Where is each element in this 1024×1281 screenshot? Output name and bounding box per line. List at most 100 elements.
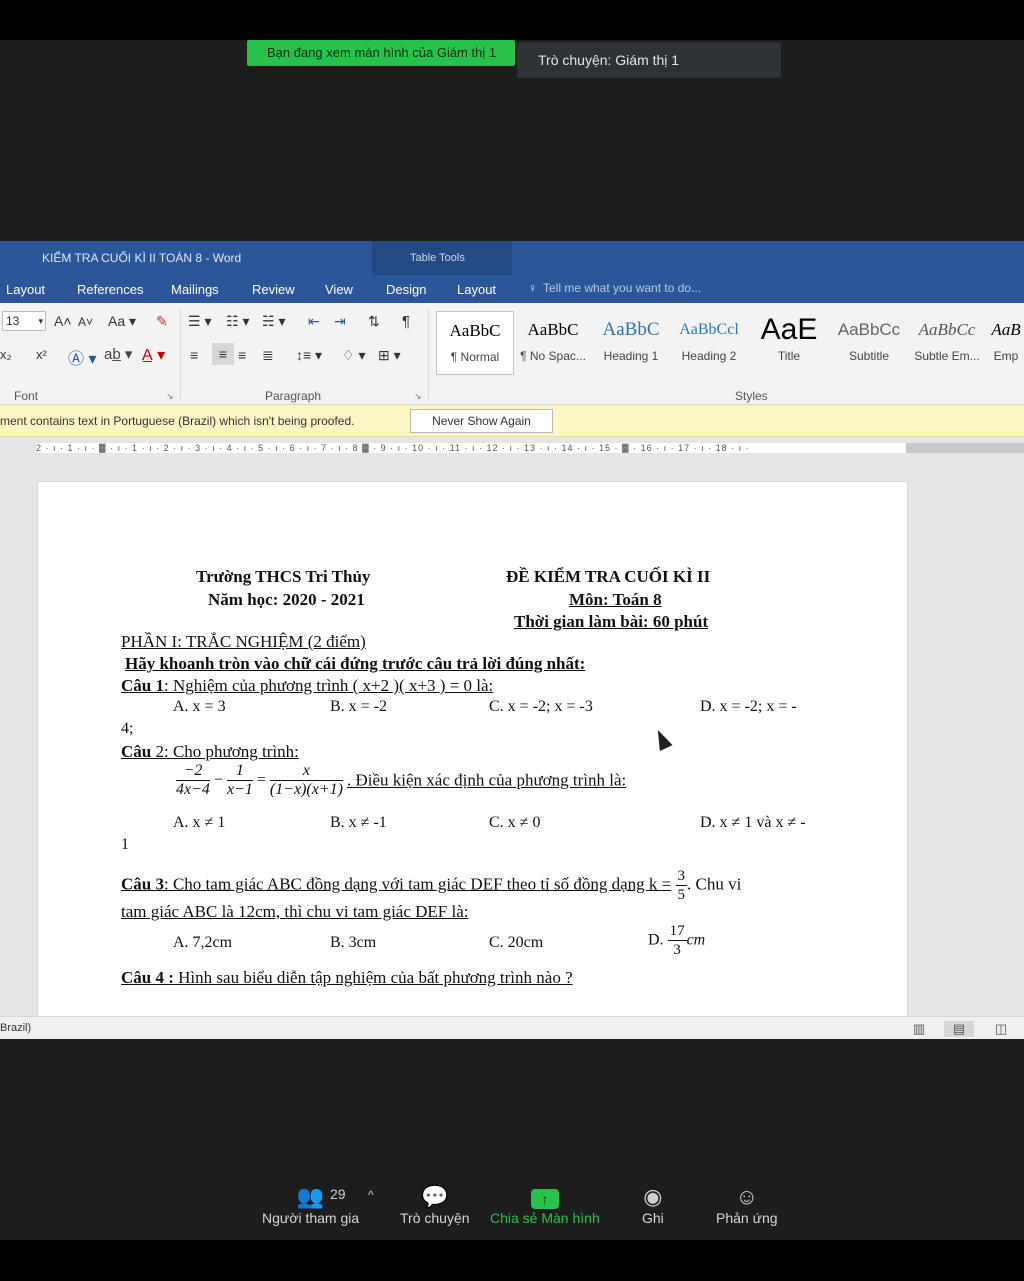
style-normal[interactable]: AaBbC ¶ Normal: [436, 311, 514, 375]
share-screen-icon: ↑: [490, 1184, 600, 1210]
tab-layout[interactable]: Layout: [6, 282, 45, 297]
horizontal-ruler[interactable]: 2 · ı · 1 · ı · ▓ · ı · 1 · ı · 2 · ı · …: [0, 441, 1024, 455]
justify-icon[interactable]: ≣: [262, 347, 274, 364]
read-mode-icon[interactable]: ▥: [904, 1021, 934, 1037]
subscript-icon[interactable]: x₂: [0, 347, 12, 362]
title-bar: KIỂM TRA CUỐI KÌ II TOÁN 8 - Word: [0, 241, 1024, 275]
q2-condition-text: . Điều kiện xác định của phương trình là…: [346, 770, 627, 790]
question-3: Câu 3: Cho tam giác ABC đồng dạng với ta…: [121, 868, 742, 903]
style-sample: AaBbCc: [918, 320, 976, 339]
dialog-launcher-icon[interactable]: ↘: [166, 391, 174, 402]
exam-title: ĐỀ KIỂM TRA CUỐI KÌ II: [506, 567, 711, 586]
school-name: Trường THCS Tri Thủy: [196, 567, 371, 586]
grow-font-icon[interactable]: A˄: [54, 313, 72, 329]
tab-mailings[interactable]: Mailings: [171, 282, 219, 297]
style-subtitle[interactable]: AaBbCc Subtitle: [830, 311, 908, 375]
tell-me-box[interactable]: ♀ Tell me what you want to do...: [528, 281, 701, 295]
question-3-line-2: tam giác ABC là 12cm, thì chu vi tam giá…: [121, 902, 469, 921]
font-size-box[interactable]: 13 ▾: [2, 311, 46, 331]
chat-notification[interactable]: Trò chuyện: Giám thị 1: [517, 42, 781, 78]
ruler-scale: 2 · ı · 1 · ı · ▓ · ı · 1 · ı · 2 · ı · …: [36, 443, 906, 453]
style-name: Heading 2: [681, 349, 737, 363]
tab-review[interactable]: Review: [252, 282, 295, 297]
numbering-icon[interactable]: ☷ ▾: [226, 313, 249, 330]
ruler-margin: [906, 443, 1024, 453]
question-2: Câu 2: Cho phương trình:: [121, 742, 299, 762]
ribbon: 13 ▾ A˄ A˅ Aa ▾ ✎ x₂ x² Ⓐ ▾ ab̲ ▾ A̲ ▾ F…: [0, 303, 1024, 405]
print-layout-icon[interactable]: ▤: [944, 1021, 974, 1037]
part-1-heading: PHẦN I: TRẮC NGHIỆM (2 điểm): [121, 632, 366, 651]
style-name: Subtitle: [848, 349, 890, 363]
font-size-value: 13: [6, 314, 20, 328]
dialog-launcher-icon[interactable]: ↘: [414, 391, 422, 402]
style-heading-1[interactable]: AaBbC Heading 1: [592, 311, 670, 375]
superscript-icon[interactable]: x²: [36, 347, 47, 362]
style-heading-2[interactable]: AaBbCcl Heading 2: [670, 311, 748, 375]
text-effects-icon[interactable]: Ⓐ ▾: [68, 345, 96, 369]
proofing-message-bar: ment contains text in Portuguese (Brazil…: [0, 405, 1024, 437]
shrink-font-icon[interactable]: A˅: [78, 315, 93, 329]
chevron-down-icon: ▾: [38, 316, 43, 326]
paragraph-group-label: Paragraph: [265, 389, 322, 403]
decrease-indent-icon[interactable]: ⇤: [308, 313, 320, 330]
reactions-label: Phản ứng: [716, 1210, 778, 1226]
ribbon-tabs: Layout References Mailings Review View D…: [0, 275, 1024, 303]
status-bar: Brazil) ▥ ▤ ◫: [0, 1016, 1024, 1039]
tab-references[interactable]: References: [77, 282, 143, 297]
style-sample: AaBbC: [602, 319, 660, 340]
web-layout-icon[interactable]: ◫: [986, 1021, 1016, 1037]
reactions-button[interactable]: ☺ Phản ứng: [716, 1184, 778, 1226]
question-label: Câu 4 :: [121, 968, 174, 987]
style-title[interactable]: AaE Title: [750, 311, 828, 375]
clear-format-icon[interactable]: ✎: [156, 313, 168, 330]
bullets-icon[interactable]: ☰ ▾: [188, 313, 211, 330]
q2-option-d-wrap: 1: [121, 836, 129, 853]
status-language[interactable]: Brazil): [0, 1022, 31, 1034]
tab-design[interactable]: Design: [386, 282, 426, 297]
style-name: Subtle Em...: [914, 349, 980, 363]
style-name: ¶ Normal: [450, 350, 500, 364]
increase-indent-icon[interactable]: ⇥: [334, 313, 346, 330]
q1-option-c: C. x = -2; x = -3: [489, 698, 593, 715]
participants-count: 29: [330, 1186, 346, 1202]
share-screen-button[interactable]: ↑ Chia sẻ Màn hình: [490, 1184, 600, 1226]
q2-option-a: A. x ≠ 1: [173, 814, 226, 831]
line-spacing-icon[interactable]: ↕≡ ▾: [296, 347, 322, 364]
q1-option-d: D. x = -2; x = -: [700, 698, 797, 715]
question-1: Câu 1: Nghiệm của phương trình ( x+2 )( …: [121, 676, 493, 696]
align-center-icon[interactable]: ≡: [212, 343, 234, 365]
record-button[interactable]: ◉ Ghi: [642, 1184, 664, 1226]
document-page[interactable]: Trường THCS Tri Thủy Năm học: 2020 - 202…: [38, 482, 907, 1022]
style-emphasis[interactable]: AaB Emp: [988, 311, 1024, 375]
participants-label: Người tham gia: [262, 1210, 360, 1226]
tab-table-layout[interactable]: Layout: [457, 282, 496, 297]
chevron-up-icon[interactable]: ^: [368, 1188, 374, 1202]
borders-icon[interactable]: ⊞ ▾: [378, 347, 401, 364]
question-text: : Cho tam giác ABC đồng dạng với tam giá…: [163, 874, 672, 894]
align-right-icon[interactable]: ≡: [238, 347, 246, 363]
q1-option-a: A. x = 3: [173, 698, 226, 715]
font-color-icon[interactable]: A̲ ▾: [142, 345, 165, 365]
tab-view[interactable]: View: [325, 282, 353, 297]
shading-icon[interactable]: ♢ ▾: [342, 347, 365, 364]
chat-button[interactable]: 💬 Trò chuyện: [400, 1184, 470, 1226]
screen-frame: Bạn đang xem màn hình của Giám thị 1 Trò…: [0, 0, 1024, 1281]
change-case-icon[interactable]: Aa ▾: [108, 313, 136, 330]
question-text: 2: Cho phương trình:: [155, 742, 299, 761]
align-left-icon[interactable]: ≡: [190, 347, 198, 363]
style-name: Emp: [993, 349, 1019, 363]
style-sample: AaBbC: [449, 321, 501, 340]
exam-time: Thời gian làm bài: 60 phút: [514, 612, 709, 631]
style-no-spacing[interactable]: AaBbC ¶ No Spac...: [514, 311, 592, 375]
style-name: Heading 1: [603, 349, 659, 363]
fraction: 17 3: [667, 923, 687, 958]
highlight-icon[interactable]: ab̲ ▾: [104, 345, 132, 363]
screen-share-banner[interactable]: Bạn đang xem màn hình của Giám thị 1: [247, 40, 515, 66]
style-sample: AaB: [991, 320, 1021, 339]
never-show-again-button[interactable]: Never Show Again: [410, 409, 553, 433]
multilevel-list-icon[interactable]: ☵ ▾: [262, 313, 285, 330]
style-subtle-emphasis[interactable]: AaBbCc Subtle Em...: [908, 311, 986, 375]
pilcrow-icon[interactable]: ¶: [402, 313, 410, 330]
style-name: ¶ No Spac...: [520, 349, 586, 363]
sort-icon[interactable]: ⇅: [368, 313, 380, 330]
